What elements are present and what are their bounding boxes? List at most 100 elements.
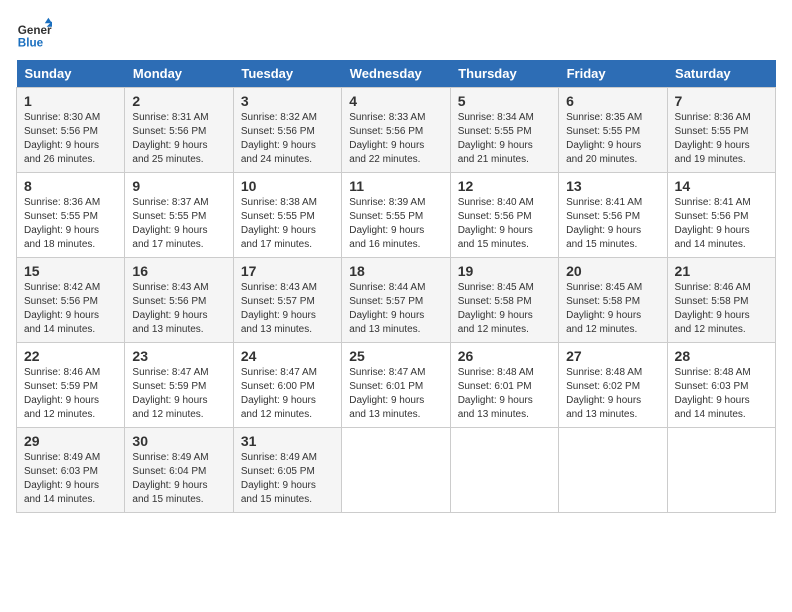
calendar-cell: 14Sunrise: 8:41 AM Sunset: 5:56 PM Dayli… <box>667 173 775 258</box>
day-info: Sunrise: 8:31 AM Sunset: 5:56 PM Dayligh… <box>132 111 225 167</box>
day-number: 2 <box>132 93 225 109</box>
day-number: 30 <box>132 433 225 449</box>
day-number: 17 <box>241 263 334 279</box>
day-number: 31 <box>241 433 334 449</box>
day-number: 11 <box>349 178 442 194</box>
calendar-cell: 8 Sunrise: 8:36 AM Sunset: 5:55 PM Daylig… <box>17 173 125 258</box>
day-info: Sunrise: 8:49 AM Sunset: 6:03 PM Dayligh… <box>24 451 117 507</box>
calendar-header-row: SundayMondayTuesdayWednesdayThursdayFrid… <box>17 60 776 88</box>
calendar-cell: 19 Sunrise: 8:45 AM Sunset: 5:58 PM Dayli… <box>450 258 558 343</box>
day-number: 25 <box>349 348 442 364</box>
calendar-cell: 27 Sunrise: 8:48 AM Sunset: 6:02 PM Dayli… <box>559 343 667 428</box>
day-info: Sunrise: 8:39 AM Sunset: 5:55 PM Dayligh… <box>349 196 442 252</box>
calendar-week-row: 29 Sunrise: 8:49 AM Sunset: 6:03 PM Dayli… <box>17 428 776 513</box>
day-number: 7 <box>675 93 768 109</box>
day-info: Sunrise: 8:45 AM Sunset: 5:58 PM Dayligh… <box>566 281 659 337</box>
calendar-week-row: 15 Sunrise: 8:42 AM Sunset: 5:56 PM Dayli… <box>17 258 776 343</box>
day-number: 10 <box>241 178 334 194</box>
day-number: 8 <box>24 178 117 194</box>
day-number: 14 <box>675 178 768 194</box>
day-info: Sunrise: 8:44 AM Sunset: 5:57 PM Dayligh… <box>349 281 442 337</box>
day-info: Sunrise: 8:32 AM Sunset: 5:56 PM Dayligh… <box>241 111 334 167</box>
day-number: 15 <box>24 263 117 279</box>
day-number: 26 <box>458 348 551 364</box>
svg-text:General: General <box>18 24 52 37</box>
col-header-monday: Monday <box>125 60 233 88</box>
calendar-cell: 23Sunrise: 8:47 AM Sunset: 5:59 PM Dayli… <box>125 343 233 428</box>
calendar-cell: 15 Sunrise: 8:42 AM Sunset: 5:56 PM Dayli… <box>17 258 125 343</box>
day-number: 22 <box>24 348 117 364</box>
day-info: Sunrise: 8:41 AM Sunset: 5:56 PM Dayligh… <box>566 196 659 252</box>
day-info: Sunrise: 8:49 AM Sunset: 6:04 PM Dayligh… <box>132 451 225 507</box>
day-number: 21 <box>675 263 768 279</box>
day-number: 19 <box>458 263 551 279</box>
day-info: Sunrise: 8:42 AM Sunset: 5:56 PM Dayligh… <box>24 281 117 337</box>
day-number: 18 <box>349 263 442 279</box>
calendar-cell: 28 Sunrise: 8:48 AM Sunset: 6:03 PM Dayli… <box>667 343 775 428</box>
calendar-cell: 29 Sunrise: 8:49 AM Sunset: 6:03 PM Dayli… <box>17 428 125 513</box>
day-number: 9 <box>132 178 225 194</box>
calendar-cell <box>667 428 775 513</box>
calendar-cell: 3Sunrise: 8:32 AM Sunset: 5:56 PM Daylig… <box>233 88 341 173</box>
day-info: Sunrise: 8:38 AM Sunset: 5:55 PM Dayligh… <box>241 196 334 252</box>
calendar-table: SundayMondayTuesdayWednesdayThursdayFrid… <box>16 60 776 513</box>
calendar-cell <box>450 428 558 513</box>
col-header-wednesday: Wednesday <box>342 60 450 88</box>
calendar-cell: 16Sunrise: 8:43 AM Sunset: 5:56 PM Dayli… <box>125 258 233 343</box>
day-info: Sunrise: 8:47 AM Sunset: 6:00 PM Dayligh… <box>241 366 334 422</box>
calendar-cell: 6 Sunrise: 8:35 AM Sunset: 5:55 PM Daylig… <box>559 88 667 173</box>
day-info: Sunrise: 8:30 AM Sunset: 5:56 PM Dayligh… <box>24 111 117 167</box>
day-info: Sunrise: 8:36 AM Sunset: 5:55 PM Dayligh… <box>24 196 117 252</box>
calendar-week-row: 1Sunrise: 8:30 AM Sunset: 5:56 PM Daylig… <box>17 88 776 173</box>
day-info: Sunrise: 8:49 AM Sunset: 6:05 PM Dayligh… <box>241 451 334 507</box>
calendar-cell: 20 Sunrise: 8:45 AM Sunset: 5:58 PM Dayli… <box>559 258 667 343</box>
calendar-cell: 2 Sunrise: 8:31 AM Sunset: 5:56 PM Daylig… <box>125 88 233 173</box>
calendar-cell <box>342 428 450 513</box>
day-info: Sunrise: 8:33 AM Sunset: 5:56 PM Dayligh… <box>349 111 442 167</box>
day-info: Sunrise: 8:45 AM Sunset: 5:58 PM Dayligh… <box>458 281 551 337</box>
day-number: 29 <box>24 433 117 449</box>
day-info: Sunrise: 8:36 AM Sunset: 5:55 PM Dayligh… <box>675 111 768 167</box>
day-info: Sunrise: 8:46 AM Sunset: 5:59 PM Dayligh… <box>24 366 117 422</box>
calendar-cell: 11 Sunrise: 8:39 AM Sunset: 5:55 PM Dayli… <box>342 173 450 258</box>
day-info: Sunrise: 8:40 AM Sunset: 5:56 PM Dayligh… <box>458 196 551 252</box>
day-info: Sunrise: 8:34 AM Sunset: 5:55 PM Dayligh… <box>458 111 551 167</box>
calendar-cell: 22 Sunrise: 8:46 AM Sunset: 5:59 PM Dayli… <box>17 343 125 428</box>
calendar-cell: 12 Sunrise: 8:40 AM Sunset: 5:56 PM Dayli… <box>450 173 558 258</box>
calendar-cell: 1Sunrise: 8:30 AM Sunset: 5:56 PM Daylig… <box>17 88 125 173</box>
day-info: Sunrise: 8:48 AM Sunset: 6:02 PM Dayligh… <box>566 366 659 422</box>
day-number: 24 <box>241 348 334 364</box>
calendar-week-row: 8 Sunrise: 8:36 AM Sunset: 5:55 PM Daylig… <box>17 173 776 258</box>
day-info: Sunrise: 8:37 AM Sunset: 5:55 PM Dayligh… <box>132 196 225 252</box>
calendar-cell: 30 Sunrise: 8:49 AM Sunset: 6:04 PM Dayli… <box>125 428 233 513</box>
calendar-cell <box>559 428 667 513</box>
day-number: 4 <box>349 93 442 109</box>
day-info: Sunrise: 8:43 AM Sunset: 5:57 PM Dayligh… <box>241 281 334 337</box>
day-number: 6 <box>566 93 659 109</box>
calendar-cell: 31 Sunrise: 8:49 AM Sunset: 6:05 PM Dayli… <box>233 428 341 513</box>
day-number: 20 <box>566 263 659 279</box>
col-header-friday: Friday <box>559 60 667 88</box>
col-header-sunday: Sunday <box>17 60 125 88</box>
day-info: Sunrise: 8:35 AM Sunset: 5:55 PM Dayligh… <box>566 111 659 167</box>
day-number: 12 <box>458 178 551 194</box>
day-info: Sunrise: 8:46 AM Sunset: 5:58 PM Dayligh… <box>675 281 768 337</box>
col-header-saturday: Saturday <box>667 60 775 88</box>
calendar-cell: 17 Sunrise: 8:43 AM Sunset: 5:57 PM Dayli… <box>233 258 341 343</box>
day-info: Sunrise: 8:47 AM Sunset: 6:01 PM Dayligh… <box>349 366 442 422</box>
calendar-cell: 10 Sunrise: 8:38 AM Sunset: 5:55 PM Dayli… <box>233 173 341 258</box>
day-info: Sunrise: 8:43 AM Sunset: 5:56 PM Dayligh… <box>132 281 225 337</box>
calendar-cell: 4 Sunrise: 8:33 AM Sunset: 5:56 PM Daylig… <box>342 88 450 173</box>
calendar-week-row: 22 Sunrise: 8:46 AM Sunset: 5:59 PM Dayli… <box>17 343 776 428</box>
logo: General Blue <box>16 16 52 52</box>
calendar-cell: 18 Sunrise: 8:44 AM Sunset: 5:57 PM Dayli… <box>342 258 450 343</box>
logo-icon: General Blue <box>16 16 52 52</box>
calendar-cell: 5Sunrise: 8:34 AM Sunset: 5:55 PM Daylig… <box>450 88 558 173</box>
calendar-cell: 9 Sunrise: 8:37 AM Sunset: 5:55 PM Daylig… <box>125 173 233 258</box>
day-number: 23 <box>132 348 225 364</box>
day-info: Sunrise: 8:48 AM Sunset: 6:03 PM Dayligh… <box>675 366 768 422</box>
day-number: 28 <box>675 348 768 364</box>
header: General Blue <box>16 16 776 52</box>
day-number: 27 <box>566 348 659 364</box>
calendar-cell: 7 Sunrise: 8:36 AM Sunset: 5:55 PM Daylig… <box>667 88 775 173</box>
